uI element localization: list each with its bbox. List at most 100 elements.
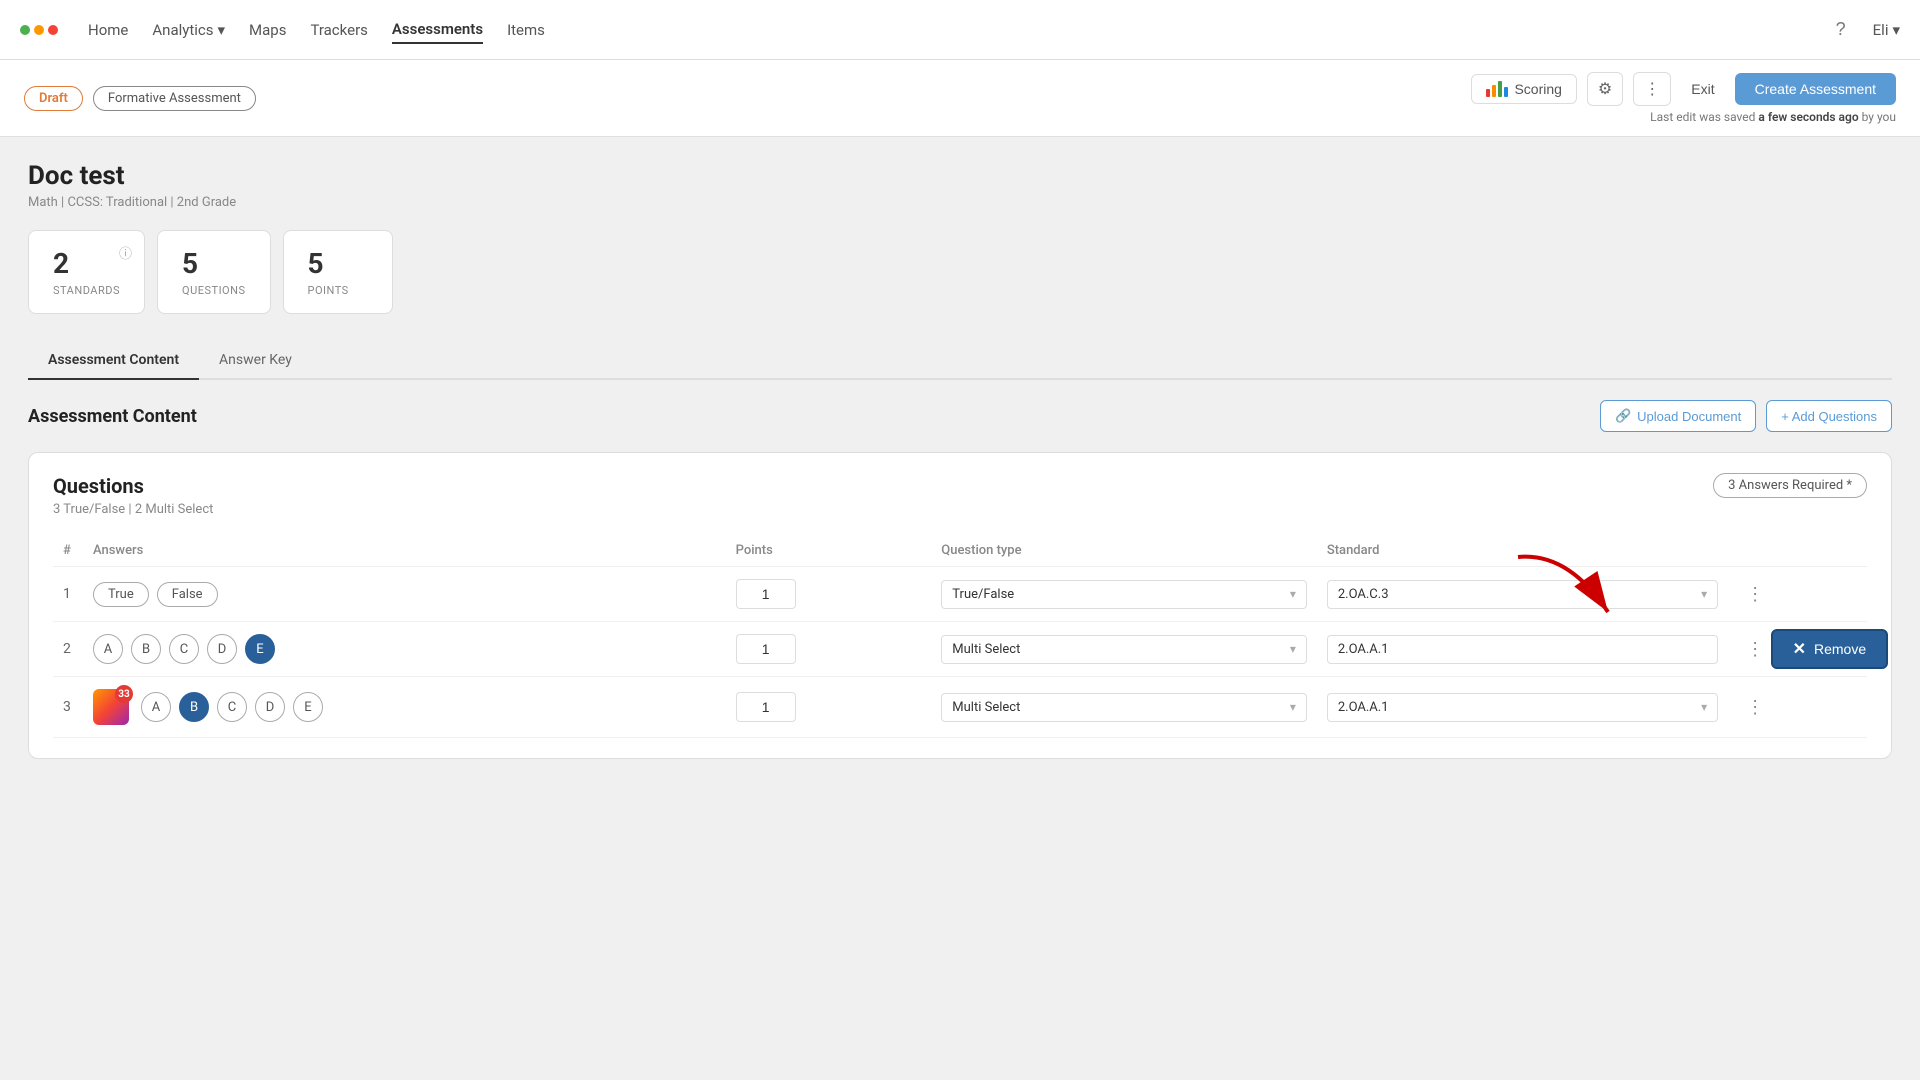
link-icon: 🔗	[1615, 408, 1631, 424]
draft-badge: Draft	[24, 86, 83, 111]
answer-pill[interactable]: False	[157, 582, 218, 607]
answer-circle[interactable]: B	[179, 692, 209, 722]
standards-count: 2	[53, 247, 120, 280]
answer-circle[interactable]: A	[93, 634, 123, 664]
formative-badge: Formative Assessment	[93, 86, 256, 111]
create-assessment-button[interactable]: Create Assessment	[1735, 73, 1896, 105]
answer-circle[interactable]: C	[217, 692, 247, 722]
points-cell	[726, 567, 932, 622]
upload-document-button[interactable]: 🔗 Upload Document	[1600, 400, 1756, 432]
answer-circle[interactable]: E	[245, 634, 275, 664]
doc-meta: Math | CCSS: Traditional | 2nd Grade	[28, 195, 1892, 210]
col-hash: #	[53, 535, 83, 567]
toolbar-right: Scoring ⚙ ⋮ Exit Create Assessment	[1471, 72, 1896, 106]
scoring-icon	[1486, 81, 1508, 97]
chevron-down-icon: ▾	[1701, 700, 1707, 714]
more-options-button[interactable]: ⋮	[1633, 72, 1671, 106]
points-cell	[726, 677, 932, 738]
question-type-select[interactable]: Multi Select▾	[941, 693, 1307, 722]
question-type-cell: Multi Select▾	[931, 677, 1317, 738]
questions-header: Questions 3 Answers Required *	[53, 473, 1867, 498]
doc-title: Doc test	[28, 161, 1892, 191]
info-icon[interactable]: ⓘ	[119, 243, 132, 262]
more-cell: ⋮	[1728, 677, 1867, 738]
x-icon: ✕	[1793, 639, 1806, 659]
answer-circle[interactable]: E	[293, 692, 323, 722]
table-header: # Answers Points Question type Standard	[53, 535, 1867, 567]
row-number: 1	[53, 567, 83, 622]
questions-title: Questions	[53, 474, 144, 498]
toolbar-right-wrapper: Scoring ⚙ ⋮ Exit Create Assessment Last …	[1471, 72, 1896, 124]
tabs: Assessment Content Answer Key	[28, 342, 1892, 380]
standard-cell: 2.OA.A.1▾	[1317, 677, 1728, 738]
nav-analytics[interactable]: Analytics ▾	[152, 21, 225, 39]
stats-row: ⓘ 2 STANDARDS 5 QUESTIONS 5 POINTS	[28, 230, 1892, 314]
points-input[interactable]	[736, 634, 796, 664]
questions-table: # Answers Points Question type Standard …	[53, 535, 1867, 738]
questions-count: 5	[182, 247, 246, 280]
answers-cell: ABCDE	[83, 622, 726, 677]
answer-circle[interactable]: C	[169, 634, 199, 664]
nav-right: ? Eli ▾	[1825, 14, 1900, 46]
answer-pill[interactable]: True	[93, 582, 149, 607]
points-input[interactable]	[736, 692, 796, 722]
exit-button[interactable]: Exit	[1681, 75, 1724, 103]
nav-home[interactable]: Home	[88, 17, 128, 43]
col-points: Points	[726, 535, 932, 567]
questions-card: Questions 3 Answers Required * 3 True/Fa…	[28, 452, 1892, 759]
help-button[interactable]: ?	[1825, 14, 1857, 46]
questions-body: 1TrueFalseTrue/False▾2.OA.C.3▾⋮2ABCDEMul…	[53, 567, 1867, 738]
more-actions-button[interactable]: ⋮	[1738, 693, 1772, 722]
notification-badge: 33	[115, 685, 133, 703]
answer-circle[interactable]: D	[255, 692, 285, 722]
answers-cell: 33 ABCDE	[83, 677, 726, 738]
user-menu[interactable]: Eli ▾	[1873, 21, 1900, 39]
scoring-button[interactable]: Scoring	[1471, 74, 1576, 104]
main-content: Doc test Math | CCSS: Traditional | 2nd …	[0, 137, 1920, 783]
question-type-select[interactable]: True/False▾	[941, 580, 1307, 609]
nav-trackers[interactable]: Trackers	[310, 17, 367, 43]
nav-assessments[interactable]: Assessments	[392, 16, 483, 44]
more-actions-button[interactable]: ⋮	[1738, 635, 1772, 664]
col-standard: Standard	[1317, 535, 1728, 567]
content-title: Assessment Content	[28, 406, 197, 427]
content-actions: 🔗 Upload Document + Add Questions	[1600, 400, 1892, 432]
standard-select[interactable]: 2.OA.C.3▾	[1327, 580, 1718, 609]
add-questions-button[interactable]: + Add Questions	[1766, 400, 1892, 432]
tab-answer-key[interactable]: Answer Key	[199, 342, 312, 380]
nav-items[interactable]: Items	[507, 17, 545, 43]
content-header: Assessment Content 🔗 Upload Document + A…	[28, 400, 1892, 432]
settings-button[interactable]: ⚙	[1587, 72, 1623, 106]
table-row: 2ABCDEMulti Select▾2.OA.A.1 ✕Remove⋮	[53, 622, 1867, 677]
answer-circle[interactable]: B	[131, 634, 161, 664]
question-type-cell: True/False▾	[931, 567, 1317, 622]
standard-select[interactable]: 2.OA.A.1	[1327, 635, 1718, 664]
nav-maps[interactable]: Maps	[249, 17, 286, 43]
answers-required-badge: 3 Answers Required *	[1713, 473, 1867, 498]
chevron-down-icon: ▾	[218, 21, 226, 39]
points-label: POINTS	[308, 284, 368, 297]
remove-button[interactable]: ✕Remove	[1771, 629, 1889, 669]
app-logo	[20, 25, 58, 35]
points-input[interactable]	[736, 579, 796, 609]
stat-questions: 5 QUESTIONS	[157, 230, 271, 314]
tab-assessment-content[interactable]: Assessment Content	[28, 342, 199, 380]
chevron-down-icon: ▾	[1290, 700, 1296, 714]
stat-standards: ⓘ 2 STANDARDS	[28, 230, 145, 314]
standard-cell: 2.OA.A.1 ✕Remove	[1317, 622, 1728, 677]
stat-points: 5 POINTS	[283, 230, 393, 314]
col-answers: Answers	[83, 535, 726, 567]
chevron-down-icon: ▾	[1290, 642, 1296, 656]
nav-links: Home Analytics ▾ Maps Trackers Assessmen…	[88, 16, 1795, 44]
row-number: 3	[53, 677, 83, 738]
standards-label: STANDARDS	[53, 284, 120, 297]
answer-circle[interactable]: A	[141, 692, 171, 722]
answer-circle[interactable]: D	[207, 634, 237, 664]
more-actions-button[interactable]: ⋮	[1738, 580, 1772, 609]
question-type-cell: Multi Select▾	[931, 622, 1317, 677]
standard-select[interactable]: 2.OA.A.1▾	[1327, 693, 1718, 722]
question-type-select[interactable]: Multi Select▾	[941, 635, 1307, 664]
save-status: Last edit was saved a few seconds ago by…	[1650, 110, 1896, 124]
table-row: 1 True False True/False▾ 2.OA.C.3▾ ⋮	[53, 567, 1867, 622]
toolbar: Draft Formative Assessment Scoring ⚙ ⋮ E…	[0, 60, 1920, 137]
